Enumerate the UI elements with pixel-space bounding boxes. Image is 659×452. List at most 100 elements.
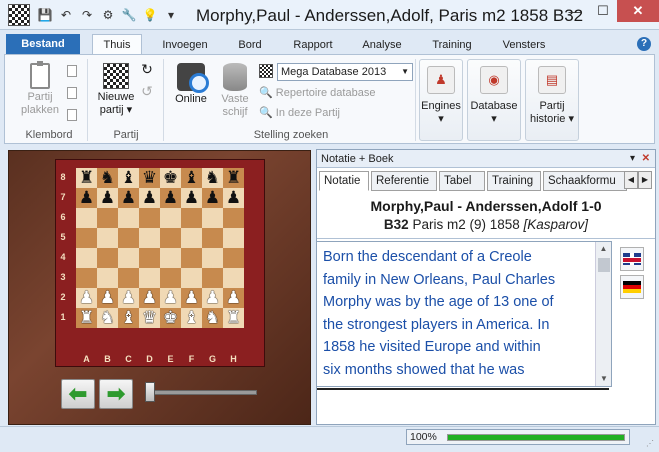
redo-icon[interactable]: ↷ <box>78 6 96 24</box>
tab-vensters[interactable]: Vensters <box>494 35 554 55</box>
lightbulb-icon[interactable]: 💡 <box>141 6 159 24</box>
copy-icon[interactable] <box>67 65 77 77</box>
board-square-a7[interactable]: ♟ <box>76 188 97 208</box>
black-pawn-piece[interactable]: ♟ <box>205 188 220 208</box>
english-flag-button[interactable] <box>620 247 644 271</box>
white-knight-piece[interactable]: ♞ <box>205 308 220 328</box>
pane-menu-icon[interactable]: ▾ <box>630 150 635 168</box>
board-square-a5[interactable] <box>76 228 97 248</box>
board-square-b6[interactable] <box>97 208 118 228</box>
board-square-c3[interactable] <box>118 268 139 288</box>
tab-invoegen[interactable]: Invoegen <box>152 35 218 55</box>
board-square-g4[interactable] <box>202 248 223 268</box>
search-in-game-button[interactable]: 🔍 In deze Partij <box>259 107 389 120</box>
engines-button[interactable]: ♟ Engines ▾ <box>419 59 463 141</box>
database-button[interactable]: ◉ Database ▾ <box>467 59 521 141</box>
board-square-g2[interactable]: ♟ <box>202 288 223 308</box>
back-arrow-icon[interactable]: ⬅ <box>61 379 95 409</box>
forward-arrow-icon[interactable]: ➡ <box>99 379 133 409</box>
white-rook-piece[interactable]: ♜ <box>79 308 94 328</box>
board-square-a3[interactable] <box>76 268 97 288</box>
tab-notatie[interactable]: Notatie <box>319 171 369 191</box>
black-rook-piece[interactable]: ♜ <box>79 168 94 188</box>
board-square-d3[interactable] <box>139 268 160 288</box>
board-square-h5[interactable] <box>223 228 244 248</box>
black-pawn-piece[interactable]: ♟ <box>142 188 157 208</box>
board-square-h6[interactable] <box>223 208 244 228</box>
white-queen-piece[interactable]: ♛ <box>142 308 157 328</box>
board-square-c6[interactable] <box>118 208 139 228</box>
new-game-button[interactable]: Nieuwe partij ▾ <box>93 63 139 117</box>
tab-training[interactable]: Training <box>487 171 541 191</box>
save-icon[interactable]: 💾 <box>36 6 54 24</box>
board-square-c1[interactable]: ♝ <box>118 308 139 328</box>
annotation-text-area[interactable]: Born the descendant of a Creole family i… <box>317 241 612 387</box>
board-square-h7[interactable]: ♟ <box>223 188 244 208</box>
scroll-down-icon[interactable]: ▼ <box>596 372 611 386</box>
help-icon[interactable]: ? <box>637 37 651 51</box>
black-pawn-piece[interactable]: ♟ <box>79 188 94 208</box>
tab-analyse[interactable]: Analyse <box>354 35 410 55</box>
board-square-d6[interactable] <box>139 208 160 228</box>
board-square-c2[interactable]: ♟ <box>118 288 139 308</box>
black-pawn-piece[interactable]: ♟ <box>226 188 241 208</box>
board-square-f7[interactable]: ♟ <box>181 188 202 208</box>
board-square-f4[interactable] <box>181 248 202 268</box>
white-bishop-piece[interactable]: ♝ <box>184 308 199 328</box>
white-pawn-piece[interactable]: ♟ <box>184 288 199 308</box>
black-pawn-piece[interactable]: ♟ <box>121 188 136 208</box>
move-slider-thumb[interactable] <box>145 382 155 402</box>
board-square-d4[interactable] <box>139 248 160 268</box>
rotate-icon[interactable]: ↻ <box>139 62 155 76</box>
wrench-icon[interactable]: 🔧 <box>120 6 138 24</box>
tab-bord[interactable]: Bord <box>228 35 272 55</box>
white-king-piece[interactable]: ♚ <box>163 308 178 328</box>
cut-icon[interactable] <box>67 109 77 121</box>
board-square-e4[interactable] <box>160 248 181 268</box>
board-square-f8[interactable]: ♝ <box>181 168 202 188</box>
white-pawn-piece[interactable]: ♟ <box>79 288 94 308</box>
board-square-d8[interactable]: ♛ <box>139 168 160 188</box>
notation-lower-area[interactable] <box>317 388 609 424</box>
white-pawn-piece[interactable]: ♟ <box>100 288 115 308</box>
black-queen-piece[interactable]: ♛ <box>142 168 157 188</box>
board-square-g5[interactable] <box>202 228 223 248</box>
database-dropdown[interactable]: Mega Database 2013 ▼ <box>277 63 413 81</box>
board-square-g6[interactable] <box>202 208 223 228</box>
board-square-d1[interactable]: ♛ <box>139 308 160 328</box>
board-square-g3[interactable] <box>202 268 223 288</box>
gear-icon[interactable]: ⚙ <box>99 6 117 24</box>
resize-grip-icon[interactable]: ⋰ <box>646 439 656 449</box>
board-square-g1[interactable]: ♞ <box>202 308 223 328</box>
board-square-e1[interactable]: ♚ <box>160 308 181 328</box>
repertoire-database-button[interactable]: 🔍 Repertoire database <box>259 87 389 100</box>
tab-prev-icon[interactable]: ◀ <box>624 171 638 189</box>
board-square-e8[interactable]: ♚ <box>160 168 181 188</box>
board-square-b2[interactable]: ♟ <box>97 288 118 308</box>
tab-training[interactable]: Training <box>422 35 482 55</box>
board-square-e5[interactable] <box>160 228 181 248</box>
online-search-button[interactable]: Online <box>169 63 213 106</box>
undo-icon[interactable]: ↶ <box>57 6 75 24</box>
board-square-a4[interactable] <box>76 248 97 268</box>
scrollbar-thumb[interactable] <box>598 258 610 272</box>
tab-referentie[interactable]: Referentie <box>371 171 437 191</box>
fixed-disk-button[interactable]: Vaste schijf <box>215 63 255 119</box>
board-square-a6[interactable] <box>76 208 97 228</box>
board-square-h3[interactable] <box>223 268 244 288</box>
document-icon[interactable] <box>67 87 77 99</box>
board-square-a2[interactable]: ♟ <box>76 288 97 308</box>
white-pawn-piece[interactable]: ♟ <box>163 288 178 308</box>
move-slider-track[interactable] <box>147 390 257 395</box>
board-square-f2[interactable]: ♟ <box>181 288 202 308</box>
board-square-h1[interactable]: ♜ <box>223 308 244 328</box>
maximize-button[interactable]: ☐ <box>589 0 617 22</box>
board-square-c4[interactable] <box>118 248 139 268</box>
board-square-e7[interactable]: ♟ <box>160 188 181 208</box>
board-square-b5[interactable] <box>97 228 118 248</box>
black-pawn-piece[interactable]: ♟ <box>100 188 115 208</box>
board-square-d5[interactable] <box>139 228 160 248</box>
close-button[interactable]: ✕ <box>617 0 659 22</box>
tab-thuis[interactable]: Thuis <box>92 34 142 55</box>
german-flag-button[interactable] <box>620 275 644 299</box>
